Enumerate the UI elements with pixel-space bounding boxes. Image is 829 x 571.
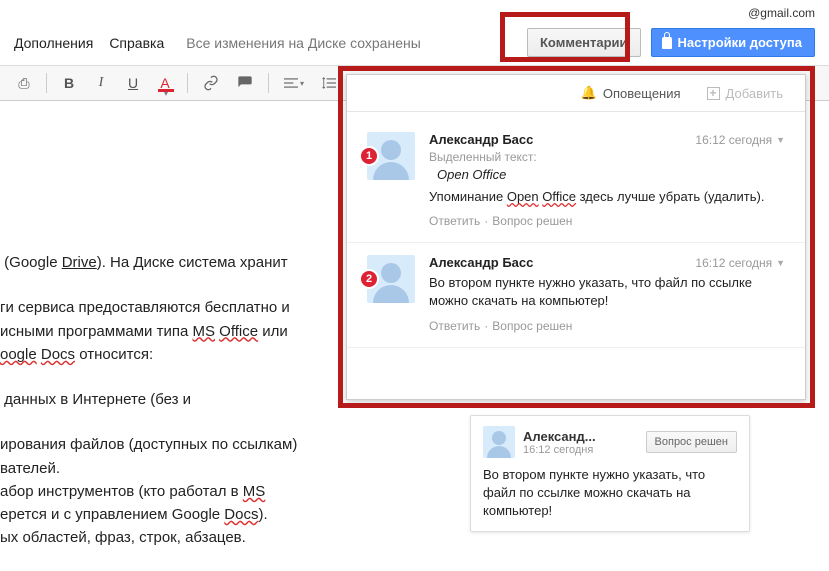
avatar: 1 <box>367 132 415 180</box>
comment-author: Александр Басс <box>429 255 533 270</box>
doc-text: или <box>258 323 288 340</box>
comments-button[interactable]: Комментарии <box>527 28 641 57</box>
chevron-down-icon: ▼ <box>776 258 785 268</box>
comment-insert-button[interactable] <box>230 70 260 96</box>
link-button[interactable] <box>196 70 226 96</box>
resolve-link[interactable]: Вопрос решен <box>492 214 572 228</box>
resolve-button[interactable]: Вопрос решен <box>646 431 737 453</box>
underline-button[interactable]: U <box>119 70 147 96</box>
share-button[interactable]: Настройки доступа <box>651 28 815 57</box>
comment-time-label: 16:12 сегодня <box>695 256 772 270</box>
doc-text: MS <box>192 323 215 340</box>
bell-icon: 🔔 <box>581 85 597 101</box>
lock-icon <box>662 37 672 49</box>
doc-text: MS <box>243 483 266 500</box>
add-label: Добавить <box>726 86 783 101</box>
toolbar-separator <box>187 73 188 93</box>
text-color-button[interactable]: A <box>151 70 179 96</box>
comment-text: Упоминание Open Office здесь лучше убрат… <box>429 188 785 206</box>
doc-text: oogle <box>0 346 37 363</box>
avatar: 2 <box>367 255 415 303</box>
menu-addons[interactable]: Дополнения <box>14 35 93 51</box>
comment-thread[interactable]: 2 Александр Басс 16:12 сегодня ▼ Во втор… <box>347 243 805 347</box>
comment-time-label: 16:12 сегодня <box>695 133 772 147</box>
thread-badge: 1 <box>359 146 379 166</box>
share-button-label: Настройки доступа <box>678 35 802 50</box>
doc-text: относится: <box>75 346 153 363</box>
selected-text-label: Выделенный текст: <box>429 150 785 164</box>
menu-help[interactable]: Справка <box>109 35 164 51</box>
doc-text: Docs <box>224 506 258 523</box>
user-email[interactable]: @gmail.com <box>748 6 815 20</box>
notifications-label: Оповещения <box>603 86 681 101</box>
comment-time[interactable]: 16:12 сегодня ▼ <box>695 256 785 270</box>
notifications-tab[interactable]: 🔔 Оповещения <box>581 85 681 101</box>
reply-link[interactable]: Ответить <box>429 214 480 228</box>
doc-text: ). <box>258 506 267 523</box>
print-button[interactable]: ⎙ <box>10 70 38 96</box>
comment-time[interactable]: 16:12 сегодня ▼ <box>695 133 785 147</box>
doc-text: Office <box>219 323 258 340</box>
plus-icon: + <box>707 87 720 100</box>
doc-text: ). На Диске система хранит <box>97 254 288 271</box>
comment-time: 16:12 сегодня <box>523 444 596 456</box>
doc-text: исными программами типа <box>0 323 192 340</box>
comment-author: Александр Басс <box>429 132 533 147</box>
align-button[interactable] <box>277 70 311 96</box>
doc-text: ерется и с управлением Google <box>0 506 224 523</box>
thread-badge: 2 <box>359 269 379 289</box>
reply-link[interactable]: Ответить <box>429 319 480 333</box>
toolbar-separator <box>268 73 269 93</box>
add-comment-tab[interactable]: + Добавить <box>707 85 783 101</box>
comment-thread[interactable]: 1 Александр Басс 16:12 сегодня ▼ Выделен… <box>347 120 805 243</box>
toolbar-separator <box>46 73 47 93</box>
selected-text: Open Office <box>437 167 785 182</box>
comment-card[interactable]: Александ... 16:12 сегодня Вопрос решен В… <box>470 415 750 532</box>
doc-text: Docs <box>41 346 75 363</box>
linespacing-button[interactable] <box>315 70 349 96</box>
comment-text: Во втором пункте нужно указать, что файл… <box>429 274 785 310</box>
avatar <box>483 426 515 458</box>
comment-author: Александ... <box>523 429 596 444</box>
comments-panel: 🔔 Оповещения + Добавить 1 Александр Басс… <box>346 74 806 400</box>
save-status: Все изменения на Диске сохранены <box>186 35 421 51</box>
chevron-down-icon: ▼ <box>776 135 785 145</box>
doc-text: абор инструментов (кто работал в <box>0 483 243 500</box>
resolve-link[interactable]: Вопрос решен <box>492 319 572 333</box>
bold-button[interactable]: B <box>55 70 83 96</box>
doc-text: Drive <box>62 254 97 271</box>
doc-text: (Google <box>0 254 62 271</box>
comment-text: Во втором пункте нужно указать, что файл… <box>483 466 737 521</box>
italic-button[interactable]: I <box>87 70 115 96</box>
